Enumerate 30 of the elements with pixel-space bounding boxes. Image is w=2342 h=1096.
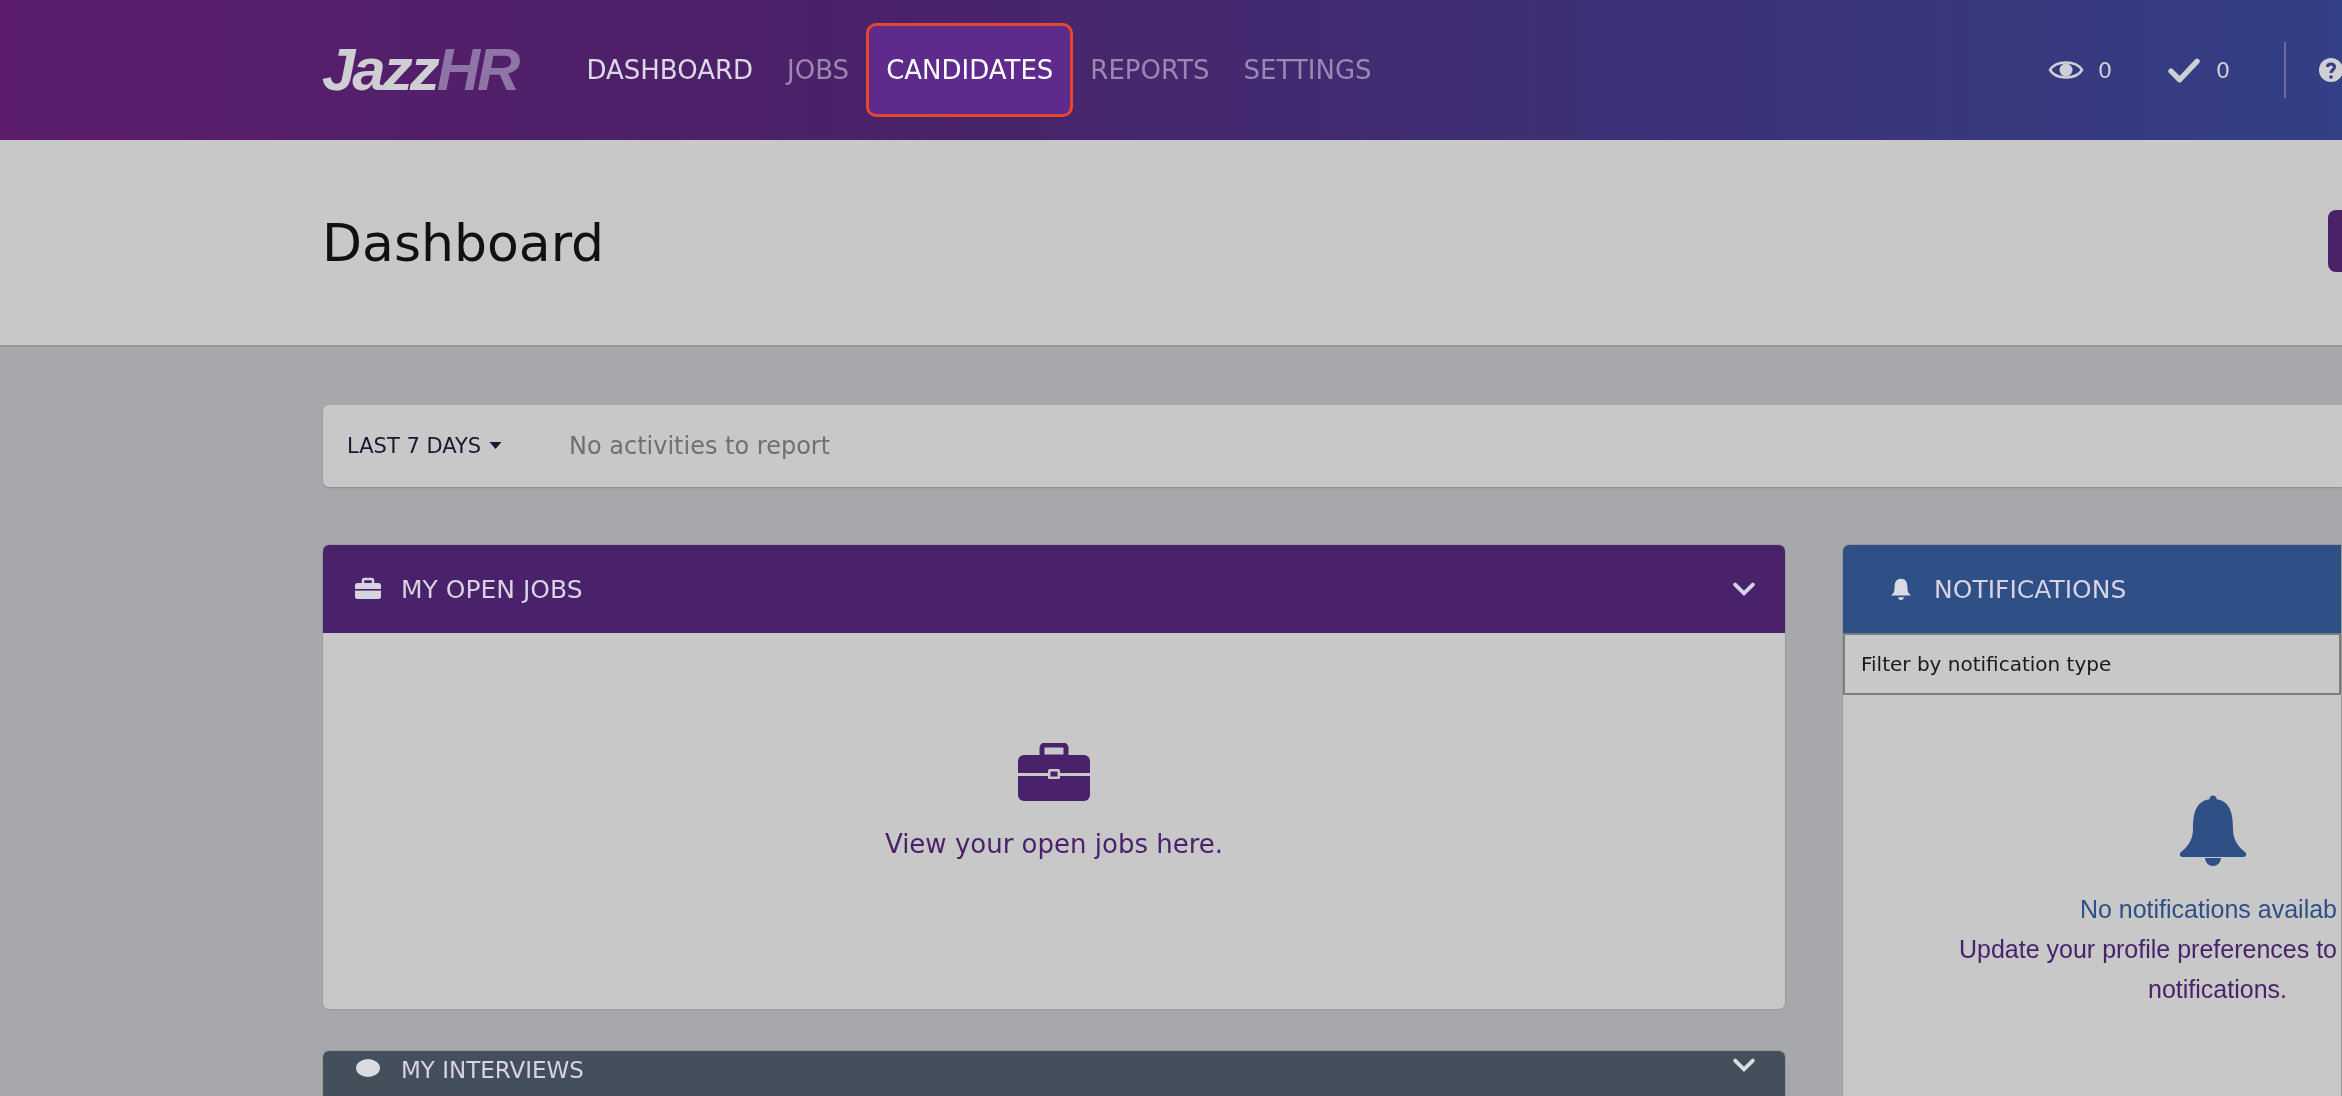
nav-tab[interactable]: JOBS <box>770 23 867 117</box>
help-icon[interactable] <box>2318 57 2342 83</box>
jazzhr-logo[interactable]: JazzHR <box>322 40 518 100</box>
empty-state-message: Update your profile preferences to <box>1959 934 2337 965</box>
bell-icon <box>2179 795 2247 867</box>
panel-header[interactable]: NOTIFICATIONS <box>1843 545 2341 633</box>
panel-title: MY OPEN JOBS <box>401 574 583 604</box>
briefcase-icon <box>1018 743 1090 803</box>
nav-tab[interactable]: SETTINGS <box>1226 23 1389 117</box>
empty-state-message: notifications. <box>2148 974 2287 1005</box>
caret-icon[interactable] <box>489 442 503 450</box>
panel-header[interactable]: MY OPEN JOBS <box>323 545 1785 633</box>
date-range-dropdown[interactable]: LAST 7 DAYS <box>347 434 569 458</box>
nav-tab[interactable]: CANDIDATES <box>866 23 1074 117</box>
chevron-down-icon[interactable] <box>1733 1057 1755 1073</box>
panel-header[interactable]: MY INTERVIEWS <box>323 1051 1785 1096</box>
counter-value: 0 <box>2216 57 2230 83</box>
nav-tab[interactable]: REPORTS <box>1073 23 1227 117</box>
panel-title: NOTIFICATIONS <box>1934 574 2127 604</box>
chevron-down-icon[interactable] <box>1733 581 1755 597</box>
nav-tab[interactable]: DASHBOARD <box>569 23 771 117</box>
empty-state-message: No notifications availab <box>2079 894 2337 925</box>
panel-title: MY INTERVIEWS <box>401 1057 584 1083</box>
briefcase-icon <box>355 577 381 601</box>
page-title: Dashboard <box>322 212 605 273</box>
filter-field[interactable]: Filter by notification type <box>1843 633 2341 695</box>
activity-message: No activities to report <box>569 432 831 460</box>
empty-state-message: View your open jobs here. <box>884 829 1224 859</box>
counter-value: 0 <box>2098 57 2112 83</box>
checkmark-icon[interactable] <box>2166 57 2202 83</box>
